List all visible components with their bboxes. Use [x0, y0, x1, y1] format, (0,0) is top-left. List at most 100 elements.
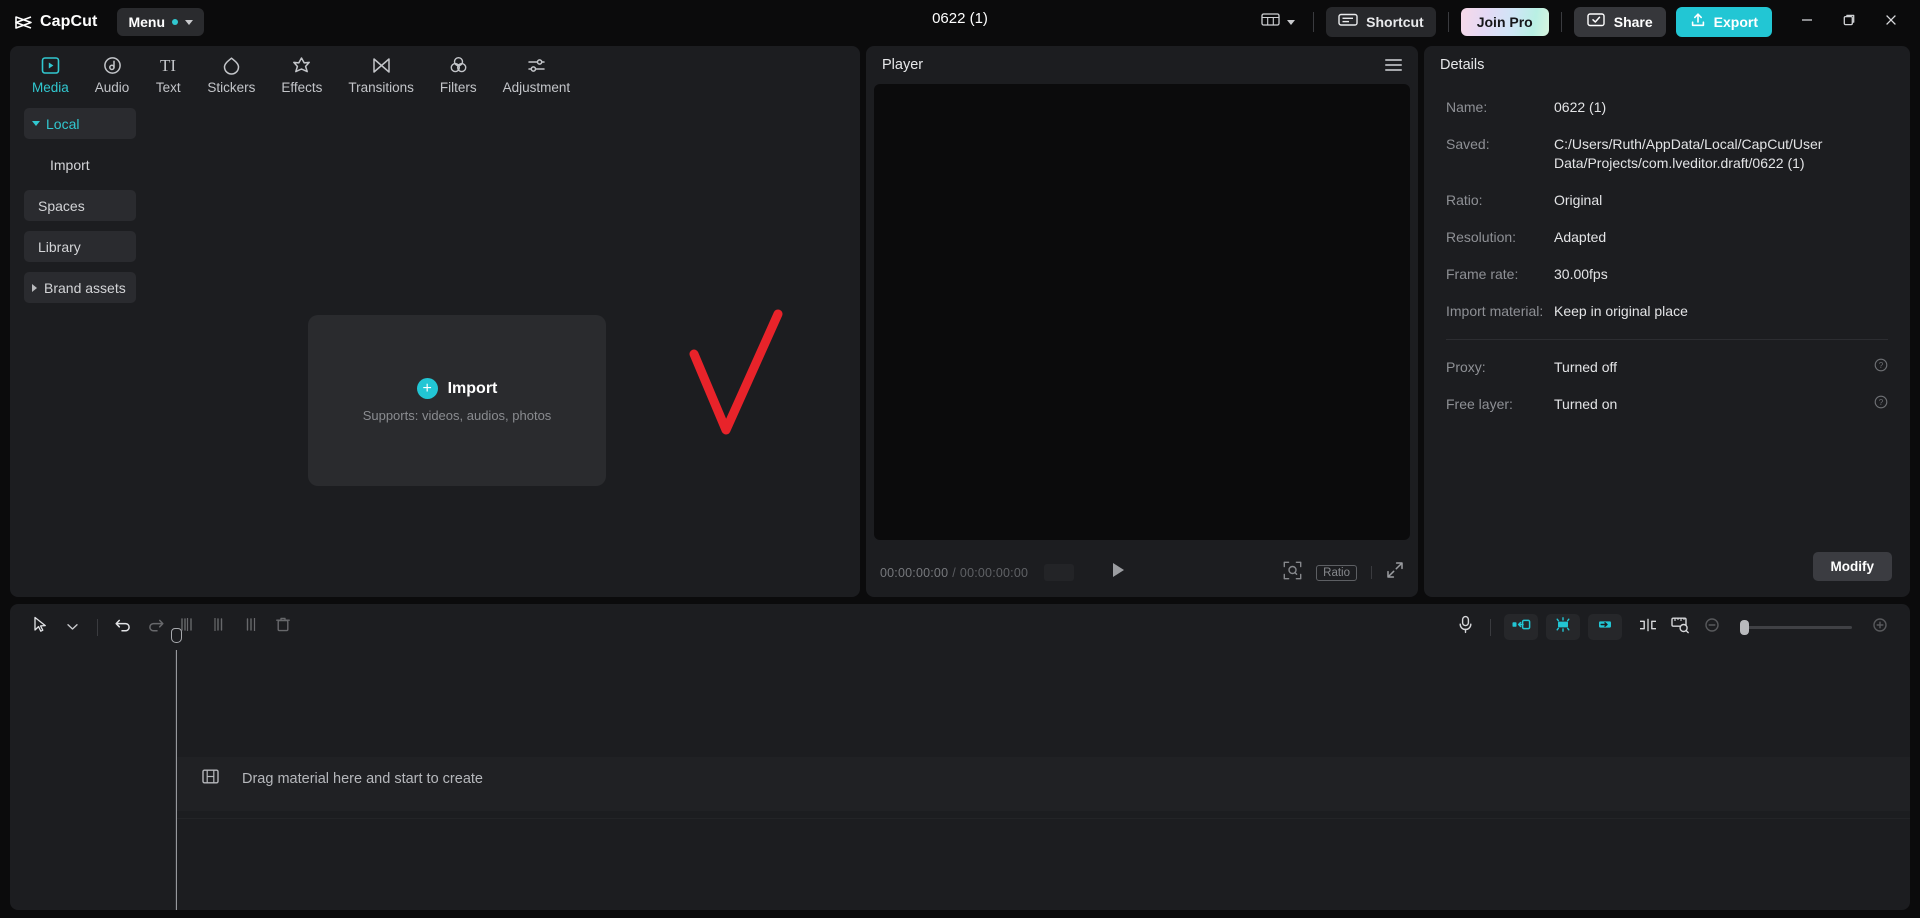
tab-filters[interactable]: Filters	[440, 54, 477, 95]
media-play-box-icon	[40, 54, 61, 76]
select-tool-dropdown[interactable]	[56, 612, 88, 642]
zoom-in-button[interactable]	[1864, 612, 1896, 642]
zoom-slider[interactable]	[1740, 619, 1852, 635]
ratio-button[interactable]: Ratio	[1316, 564, 1357, 581]
details-separator	[1446, 339, 1888, 340]
help-circle-icon[interactable]: ?	[1874, 395, 1888, 414]
keyframe-right-icon	[1595, 618, 1615, 636]
player-right-controls: Ratio	[1283, 561, 1404, 585]
keyboard-icon	[1338, 12, 1358, 32]
sidebar-item-label: Import	[50, 156, 90, 173]
zoom-out-button[interactable]	[1696, 612, 1728, 642]
sidebar-item-import[interactable]: Import	[24, 149, 136, 180]
sidebar-item-label: Spaces	[38, 197, 85, 214]
tab-adjustment[interactable]: Adjustment	[503, 54, 570, 95]
keyframe-next-button[interactable]	[1588, 614, 1622, 640]
redo-button[interactable]	[139, 612, 171, 642]
hamburger-menu-icon[interactable]	[1385, 59, 1402, 71]
detail-key: Saved:	[1446, 136, 1490, 152]
detail-key: Frame rate:	[1446, 266, 1519, 282]
trim-left-button[interactable]	[203, 612, 235, 642]
maximize-restore-icon	[1842, 13, 1856, 32]
import-row: + Import	[416, 378, 497, 399]
microphone-icon	[1457, 615, 1474, 639]
join-pro-button[interactable]: Join Pro	[1460, 8, 1549, 36]
zoom-slider-handle[interactable]	[1740, 619, 1749, 635]
trim-right-icon	[243, 616, 260, 638]
keyframe-prev-button[interactable]	[1504, 614, 1538, 640]
playhead-handle[interactable]	[171, 628, 182, 643]
window-controls	[1786, 4, 1912, 40]
timeline-ruler[interactable]	[175, 650, 1910, 672]
menu-label: Menu	[128, 14, 166, 30]
fullscreen-button[interactable]	[1386, 561, 1404, 584]
divider	[97, 618, 98, 636]
play-button[interactable]	[1110, 561, 1126, 584]
tab-media[interactable]: Media	[32, 54, 69, 95]
tab-audio[interactable]: Audio	[95, 54, 129, 95]
time-separator: /	[952, 565, 956, 580]
chevron-down-icon	[1287, 19, 1296, 25]
keyframe-add-button[interactable]	[1546, 614, 1580, 640]
layout-button[interactable]	[1255, 8, 1301, 36]
detail-value: Turned on	[1554, 396, 1618, 412]
menu-button[interactable]: Menu	[117, 8, 205, 36]
sidebar-item-spaces[interactable]: Spaces	[24, 190, 136, 221]
shortcut-label: Shortcut	[1366, 14, 1424, 30]
export-label: Export	[1713, 14, 1758, 30]
player-stage[interactable]	[874, 84, 1410, 540]
zoom-fit-button[interactable]	[1283, 561, 1302, 585]
audio-note-icon	[102, 54, 123, 76]
player-controls: 00:00:00:00/00:00:00:00 Ratio	[866, 548, 1418, 597]
sidebar-item-brand-assets[interactable]: Brand assets	[24, 272, 136, 303]
export-button[interactable]: Export	[1675, 7, 1772, 37]
help-circle-icon[interactable]: ?	[1874, 358, 1888, 377]
playback-speed-chip[interactable]	[1044, 564, 1075, 581]
filters-circles-icon	[448, 54, 469, 76]
details-title: Details	[1440, 57, 1485, 73]
total-time: 00:00:00:00	[959, 565, 1029, 580]
auto-caption-button[interactable]	[1664, 612, 1696, 642]
timeline-playhead[interactable]	[171, 628, 182, 910]
detail-key: Name:	[1446, 99, 1488, 115]
svg-text:?: ?	[1879, 398, 1884, 407]
cursor-arrow-icon	[33, 616, 48, 638]
mirror-split-icon	[1638, 617, 1658, 638]
tab-label: Stickers	[207, 80, 256, 95]
detail-row-proxy: Proxy: Turned off ?	[1446, 358, 1888, 377]
timeline-body: Drag material here and start to create	[10, 628, 1910, 910]
trim-right-button[interactable]	[235, 612, 267, 642]
share-button[interactable]: Share	[1573, 7, 1666, 37]
close-button[interactable]	[1870, 4, 1912, 40]
chevron-down-icon	[185, 19, 194, 25]
undo-button[interactable]	[107, 612, 139, 642]
modify-button[interactable]: Modify	[1812, 552, 1892, 581]
mirror-split-button[interactable]	[1632, 612, 1664, 642]
upload-icon	[1690, 12, 1706, 33]
import-dropzone[interactable]: + Import Supports: videos, audios, photo…	[308, 315, 606, 486]
player-title: Player	[882, 57, 924, 73]
select-tool-button[interactable]	[24, 612, 56, 642]
shortcut-button[interactable]: Shortcut	[1326, 7, 1436, 37]
svg-text:?: ?	[1879, 361, 1884, 370]
minimize-button[interactable]	[1786, 4, 1828, 40]
player-timecode: 00:00:00:00/00:00:00:00	[880, 566, 1028, 580]
minimize-icon	[1800, 13, 1814, 32]
delete-button[interactable]	[267, 612, 299, 642]
transitions-bowtie-icon	[371, 54, 392, 76]
detail-key: Proxy:	[1446, 359, 1486, 375]
maximize-button[interactable]	[1828, 4, 1870, 40]
tab-effects[interactable]: Effects	[281, 54, 322, 95]
tab-stickers[interactable]: Stickers	[207, 54, 255, 95]
sidebar-item-library[interactable]: Library	[24, 231, 136, 262]
sidebar-item-local[interactable]: Local	[24, 108, 136, 139]
timeline-drop-hint[interactable]: Drag material here and start to create	[201, 768, 483, 790]
tab-text[interactable]: TI Text	[155, 54, 181, 96]
current-time: 00:00:00:00	[880, 565, 949, 580]
details-panel: Details Name: 0622 (1) Saved: C:/Users/R…	[1424, 46, 1910, 597]
timeline-tracks[interactable]: Drag material here and start to create	[171, 628, 1910, 910]
timeline-track-divider	[176, 818, 1910, 819]
tab-label: Media	[32, 80, 69, 95]
tab-transitions[interactable]: Transitions	[348, 54, 414, 95]
record-voiceover-button[interactable]	[1449, 612, 1481, 642]
